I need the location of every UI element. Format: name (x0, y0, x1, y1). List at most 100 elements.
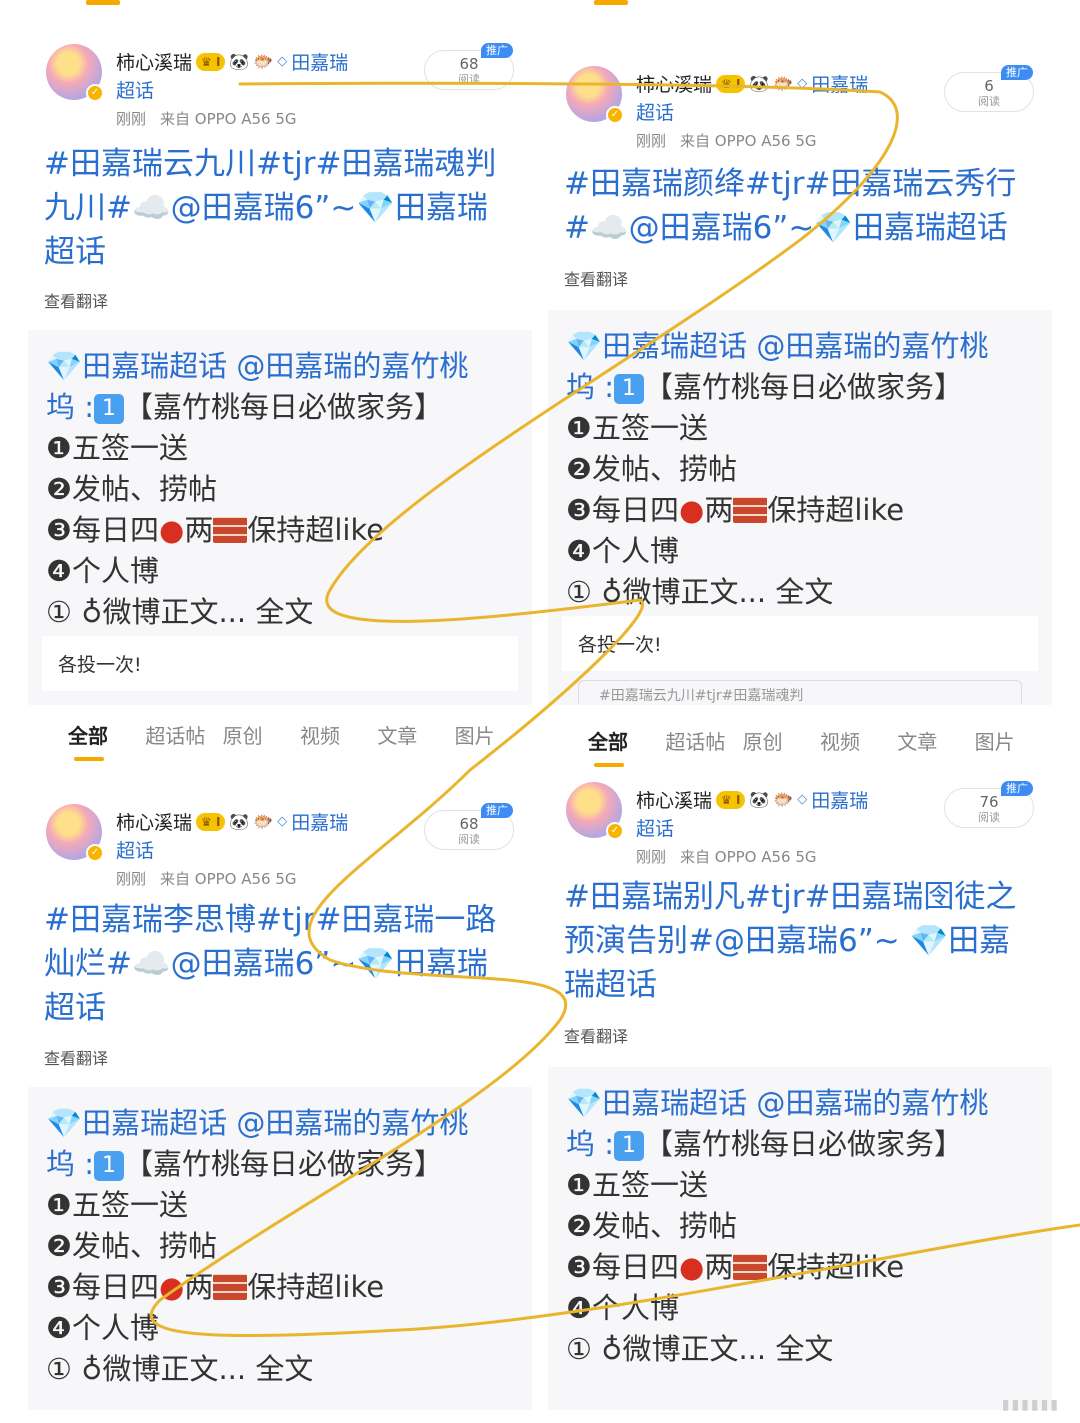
note-text: 各投一次! (42, 636, 518, 691)
task-item: ❷发帖、捞帖 (566, 452, 737, 486)
post-text[interactable]: #田嘉瑞颜绛#tjr#田嘉瑞云秀行#☁️@田嘉瑞6”~💎田嘉瑞超话 (564, 162, 1036, 250)
quoted-post[interactable]: 💎田嘉瑞超话 @田嘉瑞的嘉竹桃 坞 :1 【嘉竹桃每日必做家务】 ❶五签一送 ❷发… (28, 330, 532, 705)
quote-mention[interactable]: @田嘉瑞的嘉竹桃 (236, 349, 468, 383)
avatar[interactable]: ✓ (46, 804, 104, 862)
quote-title: 【嘉竹桃每日必做家务】 (644, 1127, 964, 1161)
keycap-one-icon: 1 (94, 394, 124, 424)
tab-video[interactable]: 视频 (820, 726, 897, 755)
read-more-link[interactable]: ① ♁微博正文... 全文 (46, 1349, 514, 1390)
read-more-link[interactable]: ① ♁微博正文... 全文 (566, 572, 1034, 613)
crown-level-badge: ♛ I (196, 52, 226, 71)
quote-topic[interactable]: 💎田嘉瑞超话 (46, 349, 227, 383)
topic-suffix[interactable]: 超话 (636, 814, 674, 841)
translate-link[interactable]: 查看翻译 (44, 288, 108, 312)
crown-level-badge: ♛ I (196, 812, 226, 831)
read-count-box: 76 阅读 推广 (944, 781, 1034, 828)
post-meta: 刚刚 来自 OPPO A56 5G (636, 132, 817, 150)
fish-icon: 🐡 (253, 52, 274, 71)
crown-level-badge: ♛ I (716, 790, 746, 809)
username[interactable]: 柿心溪瑞 (116, 808, 192, 835)
task-item: ❶五签一送 (566, 411, 708, 445)
task-item: ❶五签一送 (46, 1188, 188, 1222)
tab-image[interactable]: 图片 (975, 726, 1052, 755)
quote-mention-cont: 坞 : (566, 1127, 614, 1161)
promo-tag[interactable]: 推广 (1001, 781, 1033, 796)
topic-link[interactable]: 田嘉瑞 (811, 70, 868, 97)
task-item: ❹个人博 (566, 534, 679, 568)
topic-suffix[interactable]: 超话 (636, 98, 674, 125)
topic-suffix[interactable]: 超话 (116, 76, 154, 103)
read-label: 阅读 (978, 95, 1000, 108)
quote-mention[interactable]: @田嘉瑞的嘉竹桃 (236, 1106, 468, 1140)
quote-mention-cont: 坞 : (46, 1147, 94, 1181)
apple-icon: ● (679, 493, 705, 527)
diamond-icon: ◇ (797, 792, 808, 807)
fish-icon: 🐡 (773, 74, 794, 93)
promo-tag[interactable]: 推广 (481, 43, 513, 58)
quoted-post[interactable]: 💎田嘉瑞超话 @田嘉瑞的嘉竹桃 坞 :1 【嘉竹桃每日必做家务】 ❶五签一送 ❷发… (28, 1087, 532, 1410)
read-count: 68 (459, 815, 479, 833)
quoted-post[interactable]: 💎田嘉瑞超话 @田嘉瑞的嘉竹桃 坞 :1 【嘉竹桃每日必做家务】 ❶五签一送 ❷发… (548, 310, 1052, 705)
read-more-link[interactable]: ① ♁微博正文... 全文 (566, 1329, 1034, 1370)
translate-link[interactable]: 查看翻译 (564, 266, 628, 290)
avatar[interactable]: ✓ (566, 782, 624, 840)
post-header: ✓ 柿心溪瑞 ♛ I 🐼 🐡 ◇ 田嘉瑞 超话 刚刚 来自 OPPO A56 5G… (28, 800, 532, 900)
tab-supertopic[interactable]: 超话帖 (145, 720, 222, 749)
topic-link[interactable]: 田嘉瑞 (291, 808, 348, 835)
post-text[interactable]: #田嘉瑞别凡#tjr#田嘉瑞囹徒之预演告别#@田嘉瑞6”~ 💎田嘉瑞超话 (564, 875, 1036, 1007)
tab-indicator (86, 0, 120, 5)
tab-original[interactable]: 原创 (743, 726, 820, 755)
topic-suffix[interactable]: 超话 (116, 836, 154, 863)
tab-article[interactable]: 文章 (377, 720, 454, 749)
tab-original[interactable]: 原创 (223, 720, 300, 749)
task-item: ❸每日四●两 保持超like (566, 493, 905, 527)
task-item: ❸每日四●两 保持超like (46, 513, 385, 547)
read-more-link[interactable]: ① ♁微博正文... 全文 (46, 592, 514, 633)
verified-badge-icon: ✓ (86, 84, 104, 102)
quote-topic[interactable]: 💎田嘉瑞超话 (566, 1086, 747, 1120)
crown-level-badge: ♛ I (716, 74, 746, 93)
diamond-icon: ◇ (277, 814, 288, 829)
quote-title: 【嘉竹桃每日必做家务】 (124, 390, 444, 424)
user-row: 柿心溪瑞 ♛ I 🐼 🐡 ◇ 田嘉瑞 (636, 70, 868, 97)
promo-tag[interactable]: 推广 (1001, 65, 1033, 80)
fish-icon: 🐡 (773, 790, 794, 809)
nested-quote-preview[interactable]: #田嘉瑞云九川#tjr#田嘉瑞魂判 (578, 680, 1022, 704)
tab-article[interactable]: 文章 (897, 726, 974, 755)
task-item: ❹个人博 (566, 1291, 679, 1325)
post-meta: 刚刚 来自 OPPO A56 5G (116, 110, 297, 128)
feed-tabs: 全部 超话帖 原创 视频 文章 图片 (28, 705, 532, 763)
post-card-2: ✓ 柿心溪瑞 ♛ I 🐼 🐡 ◇ 田嘉瑞 超话 刚刚 来自 OPPO A56 5G… (548, 0, 1052, 705)
quote-topic[interactable]: 💎田嘉瑞超话 (46, 1106, 227, 1140)
quoted-post[interactable]: 💎田嘉瑞超话 @田嘉瑞的嘉竹桃 坞 :1 【嘉竹桃每日必做家务】 ❶五签一送 ❷发… (548, 1067, 1052, 1410)
post-card-3: 全部 超话帖 原创 视频 文章 图片 ✓ 柿心溪瑞 ♛ I 🐼 🐡 ◇ 田嘉瑞 … (28, 705, 532, 1410)
tab-supertopic[interactable]: 超话帖 (665, 726, 742, 755)
topic-link[interactable]: 田嘉瑞 (291, 48, 348, 75)
panda-icon: 🐼 (749, 74, 770, 93)
translate-link[interactable]: 查看翻译 (44, 1045, 108, 1069)
tab-all[interactable]: 全部 (68, 720, 145, 761)
quote-title: 【嘉竹桃每日必做家务】 (644, 370, 964, 404)
quote-topic[interactable]: 💎田嘉瑞超话 (566, 329, 747, 363)
tab-image[interactable]: 图片 (455, 720, 532, 749)
quote-mention[interactable]: @田嘉瑞的嘉竹桃 (756, 1086, 988, 1120)
tab-all[interactable]: 全部 (588, 726, 665, 767)
promo-tag[interactable]: 推广 (481, 803, 513, 818)
translate-link[interactable]: 查看翻译 (564, 1023, 628, 1047)
avatar[interactable]: ✓ (566, 66, 624, 124)
username[interactable]: 柿心溪瑞 (636, 786, 712, 813)
post-text[interactable]: #田嘉瑞李思博#tjr#田嘉瑞一路灿烂#☁️@田嘉瑞6”~💎田嘉瑞超话 (44, 898, 516, 1030)
tab-video[interactable]: 视频 (300, 720, 377, 749)
username[interactable]: 柿心溪瑞 (636, 70, 712, 97)
post-text[interactable]: #田嘉瑞云九川#tjr#田嘉瑞魂判九川#☁️@田嘉瑞6”~💎田嘉瑞超话 (44, 142, 516, 274)
quote-mention[interactable]: @田嘉瑞的嘉竹桃 (756, 329, 988, 363)
keycap-one-icon: 1 (94, 1151, 124, 1181)
user-row: 柿心溪瑞 ♛ I 🐼 🐡 ◇ 田嘉瑞 (116, 48, 348, 75)
post-card-1: ✓ 柿心溪瑞 ♛ I 🐼 🐡 ◇ 田嘉瑞 超话 刚刚 来自 OPPO A56 5G… (28, 0, 532, 705)
post-card-4: 全部 超话帖 原创 视频 文章 图片 ✓ 柿心溪瑞 ♛ I 🐼 🐡 ◇ 田嘉瑞 … (548, 705, 1052, 1410)
username[interactable]: 柿心溪瑞 (116, 48, 192, 75)
apple-icon: ● (679, 1250, 705, 1284)
topic-link[interactable]: 田嘉瑞 (811, 786, 868, 813)
avatar[interactable]: ✓ (46, 44, 104, 102)
panda-icon: 🐼 (229, 52, 250, 71)
